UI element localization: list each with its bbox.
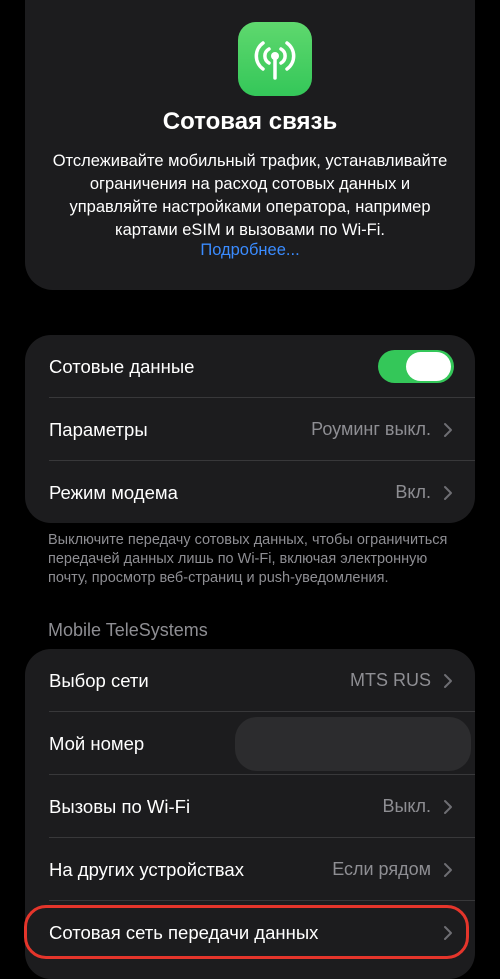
network-selection-value: MTS RUS (350, 670, 431, 690)
other-devices-row[interactable]: На других устройствах Если рядом (25, 838, 475, 901)
cellular-data-label: Сотовые данные (49, 356, 195, 377)
header-card: Сотовая связь Отслеживайте мобильный тра… (25, 0, 475, 290)
more-info-link[interactable]: Подробнее... (25, 241, 475, 260)
antenna-icon (238, 22, 312, 96)
chevron-right-icon (444, 926, 452, 940)
cellular-data-network-row[interactable]: Сотовая сеть передачи данных (25, 901, 475, 964)
cellular-data-row: Сотовые данные (25, 335, 475, 398)
carrier-settings-group: Выбор сети MTS RUS Мой номер Вызовы по W… (25, 649, 475, 979)
chevron-right-icon (444, 486, 452, 500)
redacted-phone-number (235, 717, 471, 771)
header-description: Отслеживайте мобильный трафик, устанавли… (52, 152, 448, 239)
other-devices-label: На других устройствах (49, 859, 244, 880)
network-selection-label: Выбор сети (49, 670, 149, 691)
options-row[interactable]: Параметры Роуминг выкл. (25, 398, 475, 461)
my-number-row[interactable]: Мой номер (25, 712, 475, 775)
toggle-knob (406, 352, 451, 381)
cellular-data-footnote: Выключите передачу сотовых данных, чтобы… (48, 532, 448, 586)
network-selection-row[interactable]: Выбор сети MTS RUS (25, 649, 475, 712)
page-title: Сотовая связь (162, 108, 338, 135)
options-label: Параметры (49, 419, 148, 440)
cellular-data-toggle[interactable] (378, 350, 454, 383)
wifi-calling-label: Вызовы по Wi-Fi (49, 796, 191, 817)
carrier-section-title: Mobile TeleSystems (48, 620, 208, 640)
cellular-settings-group: Сотовые данные Параметры Роуминг выкл. Р… (25, 335, 475, 523)
cellular-data-network-label: Сотовая сеть передачи данных (49, 922, 319, 943)
hotspot-value: Вкл. (395, 482, 431, 502)
my-number-label: Мой номер (49, 733, 145, 754)
hotspot-label: Режим модема (49, 482, 178, 503)
options-value: Роуминг выкл. (311, 419, 431, 439)
other-devices-value: Если рядом (332, 859, 431, 879)
chevron-right-icon (444, 423, 452, 437)
chevron-right-icon (444, 863, 452, 877)
hotspot-row[interactable]: Режим модема Вкл. (25, 461, 475, 524)
wifi-calling-value: Выкл. (382, 796, 431, 816)
chevron-right-icon (444, 800, 452, 814)
wifi-calling-row[interactable]: Вызовы по Wi-Fi Выкл. (25, 775, 475, 838)
chevron-right-icon (444, 674, 452, 688)
